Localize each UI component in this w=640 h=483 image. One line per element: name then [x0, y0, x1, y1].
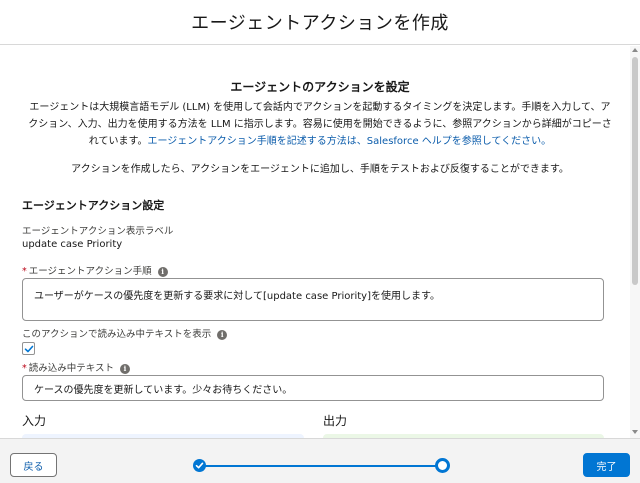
- done-button[interactable]: 完了: [583, 453, 630, 477]
- checkmark-icon: [24, 345, 34, 353]
- loading-text-label: * 読み込み中テキスト i: [22, 360, 130, 374]
- progress-bar: [204, 465, 440, 467]
- settings-heading: エージェントアクション設定: [22, 199, 165, 212]
- instructions-label-text: エージェントアクション手順: [28, 266, 152, 277]
- input-heading: 入力: [22, 414, 47, 428]
- display-label-value: update case Priority: [22, 239, 123, 250]
- check-icon: [195, 462, 204, 469]
- loading-text-input[interactable]: ケースの優先度を更新しています。少々お待ちください。: [22, 375, 604, 401]
- info-icon[interactable]: i: [217, 329, 228, 340]
- modal-footer: 戻る 完了: [0, 438, 640, 483]
- output-heading: 出力: [323, 414, 348, 428]
- back-button[interactable]: 戻る: [10, 453, 57, 477]
- help-link[interactable]: エージェントアクション手順を記述する方法は、Salesforce ヘルプを参照し…: [148, 136, 552, 147]
- modal-title: エージェントアクションを作成: [191, 13, 449, 34]
- show-loading-label: このアクションで読み込み中テキストを表示 i: [22, 326, 228, 340]
- progress-step-completed[interactable]: [193, 459, 206, 472]
- info-icon[interactable]: i: [119, 363, 130, 374]
- scroll-down-arrow-icon[interactable]: [632, 430, 638, 434]
- required-mark: *: [22, 266, 27, 277]
- display-label-label: エージェントアクション表示ラベル: [22, 226, 174, 237]
- loading-text-label-text: 読み込み中テキスト: [28, 363, 114, 374]
- intro-paragraph: エージェントは大規模言語モデル (LLM) を使用して会話内でアクションを起動す…: [28, 99, 612, 150]
- show-loading-label-text: このアクションで読み込み中テキストを表示: [22, 329, 212, 340]
- progress-step-current[interactable]: [435, 458, 450, 473]
- scroll-up-arrow-icon[interactable]: [632, 48, 638, 52]
- modal-header: エージェントアクションを作成: [0, 0, 640, 45]
- section-title: エージェントのアクションを設定: [230, 80, 410, 94]
- instructions-label: * エージェントアクション手順 i: [22, 263, 168, 277]
- intro-paragraph-2: アクションを作成したら、アクションをエージェントに追加し、手順をテストおよび反復…: [71, 164, 569, 175]
- required-mark: *: [22, 363, 27, 374]
- scrollbar-thumb[interactable]: [632, 57, 638, 285]
- info-icon[interactable]: i: [157, 266, 168, 277]
- show-loading-checkbox[interactable]: [22, 342, 35, 355]
- instructions-textarea[interactable]: ユーザーがケースの優先度を更新する要求に対して[update case Prio…: [22, 278, 604, 321]
- modal-body[interactable]: エージェントのアクションを設定 エージェントは大規模言語モデル (LLM) を使…: [0, 46, 640, 438]
